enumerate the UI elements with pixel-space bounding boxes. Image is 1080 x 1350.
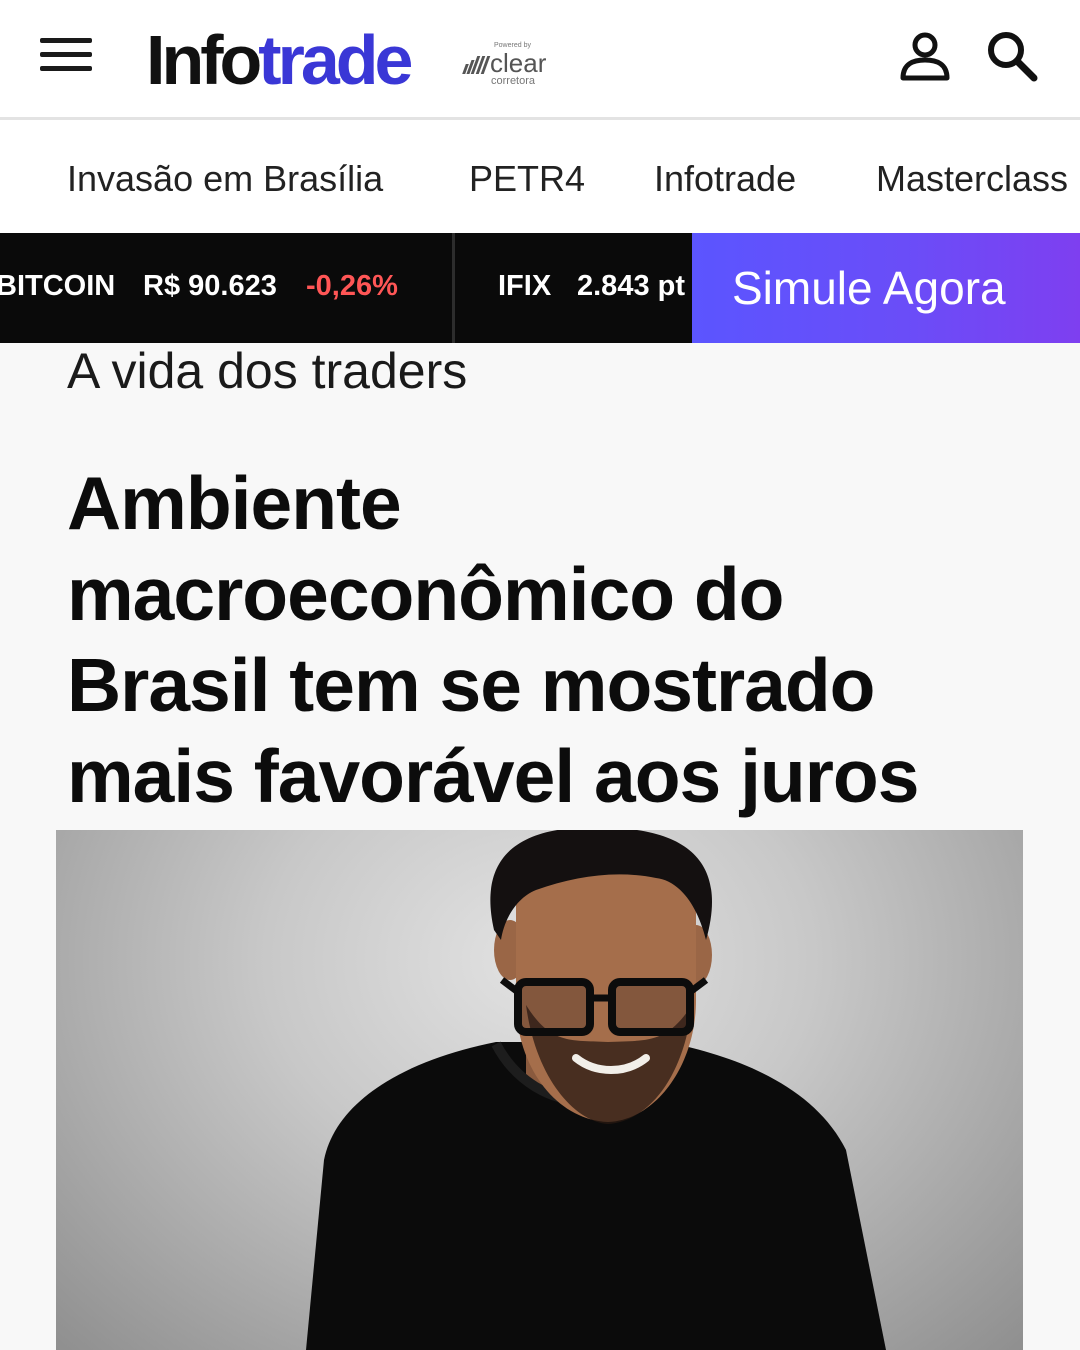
ticker-bitcoin-name: BITCOIN	[0, 270, 116, 302]
headline-line: macroeconômico do	[67, 552, 784, 636]
article-photo	[56, 830, 1023, 1350]
partner-subtitle: corretora	[491, 75, 536, 87]
headline-line: Brasil tem se mostrado	[67, 643, 875, 727]
hamburger-menu-icon[interactable]	[40, 36, 94, 76]
headline-line: Ambiente	[67, 461, 402, 545]
logo-trade-text: trade	[258, 21, 413, 99]
article-section-label[interactable]: A vida dos traders	[67, 342, 467, 400]
article-headline: Ambiente macroeconômico do Brasil tem se…	[67, 458, 1047, 822]
ticker-bitcoin-value: R$ 90.623	[143, 270, 277, 302]
site-header: Info trade Powered by clear corretora	[0, 0, 1080, 120]
headline-line: mais favorável aos juros	[67, 734, 919, 818]
ticker-divider	[452, 233, 455, 343]
ticker-ifix-value: 2.843 pt	[577, 270, 685, 302]
ticker-bitcoin-change: -0,26%	[306, 270, 398, 302]
nav-item-infotrade[interactable]: Infotrade	[654, 158, 796, 200]
user-icon[interactable]	[898, 30, 952, 82]
nav-item-invasao-em-brasilia[interactable]: Invasão em Brasília	[67, 158, 383, 200]
nav-item-petr4[interactable]: PETR4	[469, 158, 585, 200]
topics-nav: Invasão em Brasília PETR4 Infotrade Mast…	[0, 120, 1080, 233]
infotrade-logo[interactable]: Info trade Powered by clear corretora	[146, 20, 546, 100]
search-icon[interactable]	[984, 30, 1040, 82]
ticker-ifix-name: IFIX	[498, 270, 552, 302]
nav-item-masterclass[interactable]: Masterclass	[876, 158, 1068, 200]
powered-by-clear-badge: Powered by clear corretora	[462, 42, 582, 92]
logo-info-text: Info	[146, 21, 262, 99]
portrait-illustration	[306, 830, 886, 1350]
simule-agora-button[interactable]: Simule Agora	[692, 233, 1080, 343]
clear-logo-icon	[462, 56, 491, 74]
simule-agora-label: Simule Agora	[732, 262, 1006, 314]
